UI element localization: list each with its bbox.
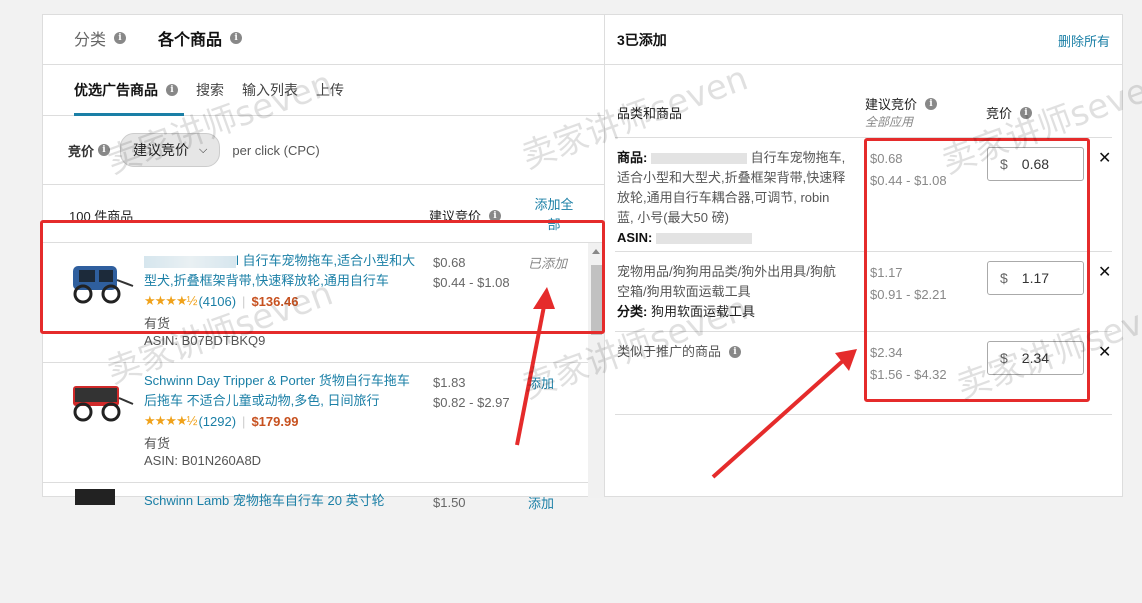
suggested-bid: $1.50: [433, 495, 466, 510]
suggested-bid-header: 建议竞价 i: [429, 206, 502, 225]
suggested-bid: $0.68 $0.44 - $1.08: [433, 255, 510, 290]
product-price: $179.99: [251, 413, 299, 429]
list-item: Schwinn Lamb 宠物拖车自行车 20 英寸轮 $1.50 添加: [43, 483, 588, 603]
info-icon[interactable]: i: [489, 209, 502, 222]
tab-search[interactable]: 搜索: [196, 65, 224, 116]
scrollbar[interactable]: [588, 243, 605, 498]
product-list-header: 100 件商品 建议竞价 i 添加全部: [43, 185, 604, 243]
review-count[interactable]: (1292): [198, 414, 236, 429]
close-icon[interactable]: ✕: [1098, 148, 1111, 168]
added-similar-text: 类似于推广的商品 i: [617, 342, 847, 362]
product-title[interactable]: l 自行车宠物拖车,适合小型和大型犬,折叠框架背带,快速释放轮,通用自行车: [144, 251, 419, 291]
product-asin: ASIN: B07BDTBKQ9: [144, 333, 266, 348]
product-rating: ★★★★½ (1292) | $179.99: [144, 413, 299, 429]
added-status: 已添加: [528, 256, 568, 271]
close-icon[interactable]: ✕: [1098, 262, 1111, 282]
info-icon[interactable]: i: [98, 144, 111, 156]
add-button[interactable]: 添加: [528, 493, 554, 512]
bid-type-select[interactable]: 建议竞价 ⌵: [120, 133, 221, 167]
product-source-tabs: 优选广告商品 i 搜索 输入列表 上传: [43, 65, 604, 116]
product-picker-panel: 分类 i 各个商品 i 优选广告商品 i 搜索 输入列表 上传 竞价 i 建议竞价 ⌵ p…: [42, 14, 605, 511]
product-price: $136.46: [251, 293, 299, 309]
suggested-bid: $1.83 $0.82 - $2.97: [433, 375, 510, 410]
product-thumbnail[interactable]: [65, 380, 135, 424]
added-count-title: 3已添加: [617, 32, 667, 48]
star-rating-icon: ★★★★½: [144, 413, 197, 428]
bid-label: 竞价 i: [68, 141, 111, 160]
redacted-text: [650, 153, 747, 165]
tab-enter-list[interactable]: 输入列表: [242, 65, 298, 116]
apply-all-link[interactable]: 全部应用: [865, 113, 913, 130]
redacted-text: [144, 255, 236, 268]
added-columns-header: 品类和商品 建议竞价 i 全部应用 竞价 i: [605, 65, 1122, 135]
added-header: 3已添加 删除所有: [605, 15, 1122, 65]
tab-upload[interactable]: 上传: [316, 65, 344, 116]
redacted-text: [656, 233, 753, 245]
info-icon[interactable]: i: [114, 32, 127, 44]
product-title[interactable]: Schwinn Day Tripper & Porter 货物自行车拖车 后拖车…: [144, 371, 419, 411]
stock-status: 有货: [144, 316, 171, 331]
info-icon[interactable]: i: [925, 97, 938, 110]
column-category-product: 品类和商品: [617, 106, 683, 121]
product-thumbnail[interactable]: [65, 260, 135, 304]
suggested-bid: $2.34 $1.56 - $4.32: [870, 345, 947, 382]
close-icon[interactable]: ✕: [1098, 342, 1111, 362]
added-row: 宠物用品/狗狗用品类/狗外出用具/狗航空箱/狗用软面运载工具 分类: 狗用软面运…: [615, 251, 1112, 331]
product-title[interactable]: Schwinn Lamb 宠物拖车自行车 20 英寸轮: [144, 491, 419, 511]
delete-all-button[interactable]: 删除所有: [1058, 31, 1110, 50]
star-rating-icon: ★★★★½: [144, 293, 197, 308]
bid-input[interactable]: $0.68: [987, 147, 1084, 181]
product-count: 100 件商品: [69, 209, 134, 224]
product-thumbnail[interactable]: [65, 487, 135, 531]
cpc-label: per click (CPC): [232, 142, 320, 158]
added-row: 商品: 自行车宠物拖车,适合小型和大型犬,折叠框架背带,快速释放轮,通用自行车耦…: [615, 137, 1112, 251]
added-product-text: 商品: 自行车宠物拖车,适合小型和大型犬,折叠框架背带,快速释放轮,通用自行车耦…: [617, 150, 846, 245]
scrollbar-thumb[interactable]: [591, 265, 602, 335]
targeting-tabs: 分类 i 各个商品 i: [43, 15, 604, 65]
info-icon[interactable]: i: [1020, 106, 1033, 119]
add-button[interactable]: 添加: [528, 373, 554, 392]
bid-input[interactable]: $1.17: [987, 261, 1084, 295]
info-icon[interactable]: i: [729, 346, 742, 358]
info-icon[interactable]: i: [166, 84, 178, 96]
add-all-button[interactable]: 添加全部: [530, 195, 578, 235]
added-row: 类似于推广的商品 i $2.34 $1.56 - $4.32 $2.34 ✕: [615, 331, 1112, 415]
added-category-text: 宠物用品/狗狗用品类/狗外出用具/狗航空箱/狗用软面运载工具 分类: 狗用软面运…: [617, 264, 836, 319]
suggested-bid: $0.68 $0.44 - $1.08: [870, 151, 947, 188]
product-rating: ★★★★½ (4106) | $136.46: [144, 293, 299, 309]
suggested-bid: $1.17 $0.91 - $2.21: [870, 265, 947, 302]
review-count[interactable]: (4106): [198, 294, 236, 309]
list-item: Schwinn Day Tripper & Porter 货物自行车拖车 后拖车…: [43, 363, 588, 483]
added-targets-panel: 3已添加 删除所有 品类和商品 建议竞价 i 全部应用 竞价 i 商品: 自行车宠物…: [604, 14, 1123, 497]
tab-suggested-products[interactable]: 优选广告商品 i: [74, 65, 184, 116]
bid-settings-row: 竞价 i 建议竞价 ⌵ per click (CPC): [43, 116, 604, 185]
chevron-down-icon: ⌵: [199, 143, 208, 156]
product-asin: ASIN: B01N260A8D: [144, 453, 262, 468]
bid-input[interactable]: $2.34: [987, 341, 1084, 375]
column-suggested-bid: 建议竞价 i: [865, 94, 938, 113]
tab-category[interactable]: 分类 i: [74, 26, 127, 64]
scroll-up-icon[interactable]: [592, 249, 600, 254]
tab-individual-products[interactable]: 各个商品 i: [158, 26, 243, 64]
stock-status: 有货: [144, 436, 171, 451]
column-bid: 竞价 i: [986, 103, 1033, 122]
list-item: l 自行车宠物拖车,适合小型和大型犬,折叠框架背带,快速释放轮,通用自行车 ★★…: [43, 243, 588, 363]
info-icon[interactable]: i: [230, 32, 243, 44]
